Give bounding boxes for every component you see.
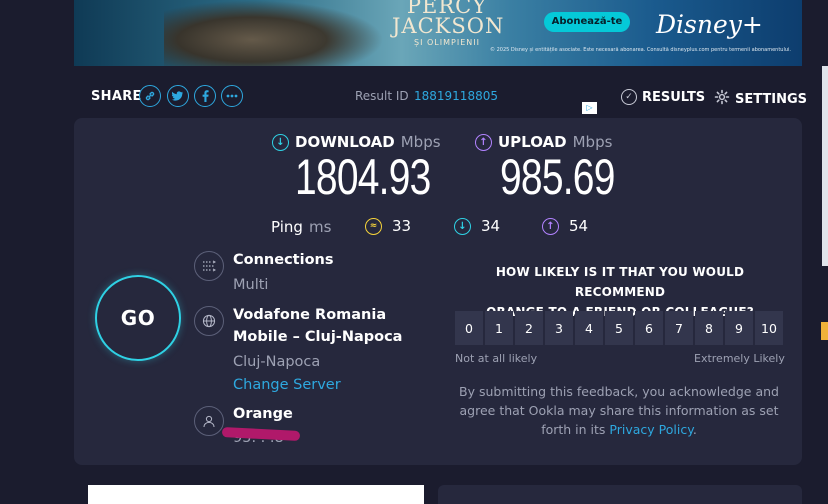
nps-note-suffix: . bbox=[692, 422, 697, 437]
ad-artwork bbox=[164, 0, 384, 66]
ping-idle-value: 33 bbox=[392, 217, 412, 235]
nps-option-6[interactable]: 6 bbox=[635, 311, 663, 345]
results-nav-label: RESULTS bbox=[642, 89, 706, 105]
nps-option-8[interactable]: 8 bbox=[695, 311, 723, 345]
settings-nav[interactable]: SETTINGS bbox=[714, 89, 807, 109]
ad-fine-print: © 2025 Disney și entitățile asociate. Es… bbox=[490, 47, 791, 53]
ping-idle: ≈ 33 bbox=[365, 217, 411, 235]
share-label: SHARE bbox=[91, 89, 142, 104]
nps-note-prefix: forth in its bbox=[541, 422, 610, 437]
ad-brand-logo: Disney+ bbox=[656, 10, 763, 39]
go-button[interactable]: GO bbox=[95, 275, 181, 361]
nps-option-10[interactable]: 10 bbox=[755, 311, 783, 345]
connections-icon bbox=[194, 251, 224, 281]
nps-low-label: Not at all likely bbox=[455, 352, 538, 365]
connections-title: Connections bbox=[233, 252, 334, 268]
bottom-ad-slot bbox=[88, 485, 424, 504]
right-edge-decoration bbox=[821, 322, 828, 340]
upload-arrow-icon: ↑ bbox=[475, 133, 492, 151]
nps-option-3[interactable]: 3 bbox=[545, 311, 573, 345]
server-name-line2: Mobile – Cluj-Napoca bbox=[233, 329, 403, 345]
server-location: Cluj-Napoca bbox=[233, 354, 321, 370]
nps-disclaimer: By submitting this feedback, you acknowl… bbox=[458, 382, 780, 439]
ping-download: ↓ 34 bbox=[454, 217, 500, 235]
idle-ping-icon: ≈ bbox=[365, 217, 382, 235]
check-circle-icon: ✓ bbox=[621, 89, 637, 105]
nps-question-line1: HOW LIKELY IS IT THAT YOU WOULD RECOMMEN… bbox=[495, 265, 745, 299]
globe-icon bbox=[194, 306, 224, 336]
ping-unit: ms bbox=[309, 218, 332, 236]
nps-note-line1: By submitting this feedback, you acknowl… bbox=[459, 384, 779, 399]
upload-ping-icon: ↑ bbox=[542, 217, 559, 235]
nps-option-2[interactable]: 2 bbox=[515, 311, 543, 345]
ping-label: Ping bbox=[271, 218, 303, 236]
nps-option-1[interactable]: 1 bbox=[485, 311, 513, 345]
ping-upload-value: 54 bbox=[569, 217, 589, 235]
ad-subscribe-button[interactable]: Abonează-te bbox=[544, 12, 630, 32]
bottom-card bbox=[438, 485, 802, 504]
nps-option-9[interactable]: 9 bbox=[725, 311, 753, 345]
provider-name: Orange bbox=[233, 406, 293, 422]
user-icon bbox=[194, 406, 224, 436]
adchoices-icon[interactable]: ▷ bbox=[582, 102, 597, 114]
nps-option-5[interactable]: 5 bbox=[605, 311, 633, 345]
nps-scale: 0 1 2 3 4 5 6 7 8 9 10 bbox=[455, 311, 783, 345]
server-name-line1: Vodafone Romania bbox=[233, 307, 387, 323]
nps-high-label: Extremely Likely bbox=[694, 352, 785, 365]
nps-option-4[interactable]: 4 bbox=[575, 311, 603, 345]
more-icon[interactable] bbox=[221, 85, 243, 107]
ad-title: PERCY JACKSON bbox=[392, 0, 505, 38]
change-server-link[interactable]: Change Server bbox=[233, 377, 341, 393]
connections-value: Multi bbox=[233, 277, 269, 293]
facebook-icon[interactable] bbox=[194, 85, 216, 107]
gear-icon bbox=[714, 89, 730, 109]
right-edge-strip bbox=[822, 66, 828, 266]
nps-note-line3: forth in its Privacy Policy. bbox=[458, 420, 780, 439]
ping-download-value: 34 bbox=[481, 217, 501, 235]
nps-note-line2: agree that Ookla may share this informat… bbox=[459, 403, 779, 418]
link-icon[interactable] bbox=[139, 85, 161, 107]
ad-banner[interactable]: PERCY JACKSON ȘI OLIMPIENII Abonează-te … bbox=[74, 0, 802, 66]
download-speed-value: 1804.93 bbox=[295, 149, 431, 205]
results-nav[interactable]: ✓ RESULTS bbox=[621, 89, 705, 105]
result-id-label: Result ID bbox=[355, 89, 409, 103]
download-ping-icon: ↓ bbox=[454, 217, 471, 235]
download-arrow-icon: ↓ bbox=[272, 133, 289, 151]
settings-nav-label: SETTINGS bbox=[735, 91, 808, 107]
result-id-link[interactable]: 18819118805 bbox=[414, 89, 498, 103]
nps-option-0[interactable]: 0 bbox=[455, 311, 483, 345]
ping-upload: ↑ 54 bbox=[542, 217, 588, 235]
nps-option-7[interactable]: 7 bbox=[665, 311, 693, 345]
ad-subtitle: ȘI OLIMPIENII bbox=[414, 38, 480, 47]
twitter-icon[interactable] bbox=[167, 85, 189, 107]
privacy-policy-link[interactable]: Privacy Policy bbox=[609, 422, 692, 437]
upload-speed-value: 985.69 bbox=[500, 149, 615, 205]
